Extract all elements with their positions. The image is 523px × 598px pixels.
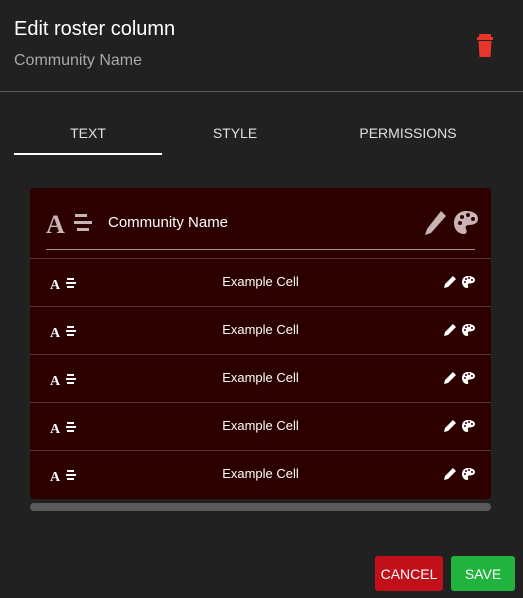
pencil-icon[interactable] xyxy=(443,419,457,433)
preview-header-actions xyxy=(423,209,480,242)
pencil-icon[interactable] xyxy=(423,209,448,237)
preview-header-divider xyxy=(46,249,475,250)
preview-cell: Example Cell xyxy=(222,370,299,385)
tab-bar: TEXT STYLE PERMISSIONS xyxy=(0,112,523,156)
table-row: A Example Cell xyxy=(30,306,491,355)
column-preview: A Community Name A Example Cell A Exampl… xyxy=(30,188,491,499)
palette-icon[interactable] xyxy=(461,323,476,337)
delete-button[interactable] xyxy=(474,33,498,59)
pencil-icon[interactable] xyxy=(443,323,457,337)
palette-icon[interactable] xyxy=(452,209,480,237)
row-actions xyxy=(443,323,476,342)
preview-cell: Example Cell xyxy=(222,322,299,337)
pencil-icon[interactable] xyxy=(443,467,457,481)
row-actions xyxy=(443,467,476,486)
palette-icon[interactable] xyxy=(461,371,476,385)
palette-icon[interactable] xyxy=(461,419,476,433)
preview-header-label: Community Name xyxy=(108,214,229,231)
text-format-icon[interactable]: A xyxy=(46,210,96,241)
table-row: A Example Cell xyxy=(30,402,491,451)
active-tab-indicator xyxy=(14,153,162,155)
trash-icon xyxy=(477,34,493,57)
pencil-icon[interactable] xyxy=(443,275,457,289)
palette-icon[interactable] xyxy=(461,275,476,289)
tab-text[interactable]: TEXT xyxy=(14,112,162,154)
dialog-subtitle: Community Name xyxy=(14,52,143,69)
row-actions xyxy=(443,371,476,390)
pencil-icon[interactable] xyxy=(443,371,457,385)
cancel-button[interactable]: CANCEL xyxy=(375,556,443,591)
preview-cell: Example Cell xyxy=(222,418,299,433)
save-button[interactable]: SAVE xyxy=(451,556,515,591)
tab-permissions[interactable]: PERMISSIONS xyxy=(308,112,508,154)
tab-style[interactable]: STYLE xyxy=(162,112,308,154)
dialog-header: Edit roster column Community Name xyxy=(0,0,523,92)
horizontal-scrollbar[interactable] xyxy=(30,503,491,511)
palette-icon[interactable] xyxy=(461,467,476,481)
row-actions xyxy=(443,275,476,294)
table-row: A Example Cell xyxy=(30,258,491,307)
preview-cell: Example Cell xyxy=(222,466,299,481)
preview-header: A Community Name xyxy=(30,188,491,258)
table-row: A Example Cell xyxy=(30,354,491,403)
table-row: A Example Cell xyxy=(30,450,491,499)
svg-text:A: A xyxy=(46,210,65,236)
dialog-title: Edit roster column xyxy=(14,18,176,40)
row-actions xyxy=(443,419,476,438)
preview-cell: Example Cell xyxy=(222,274,299,289)
